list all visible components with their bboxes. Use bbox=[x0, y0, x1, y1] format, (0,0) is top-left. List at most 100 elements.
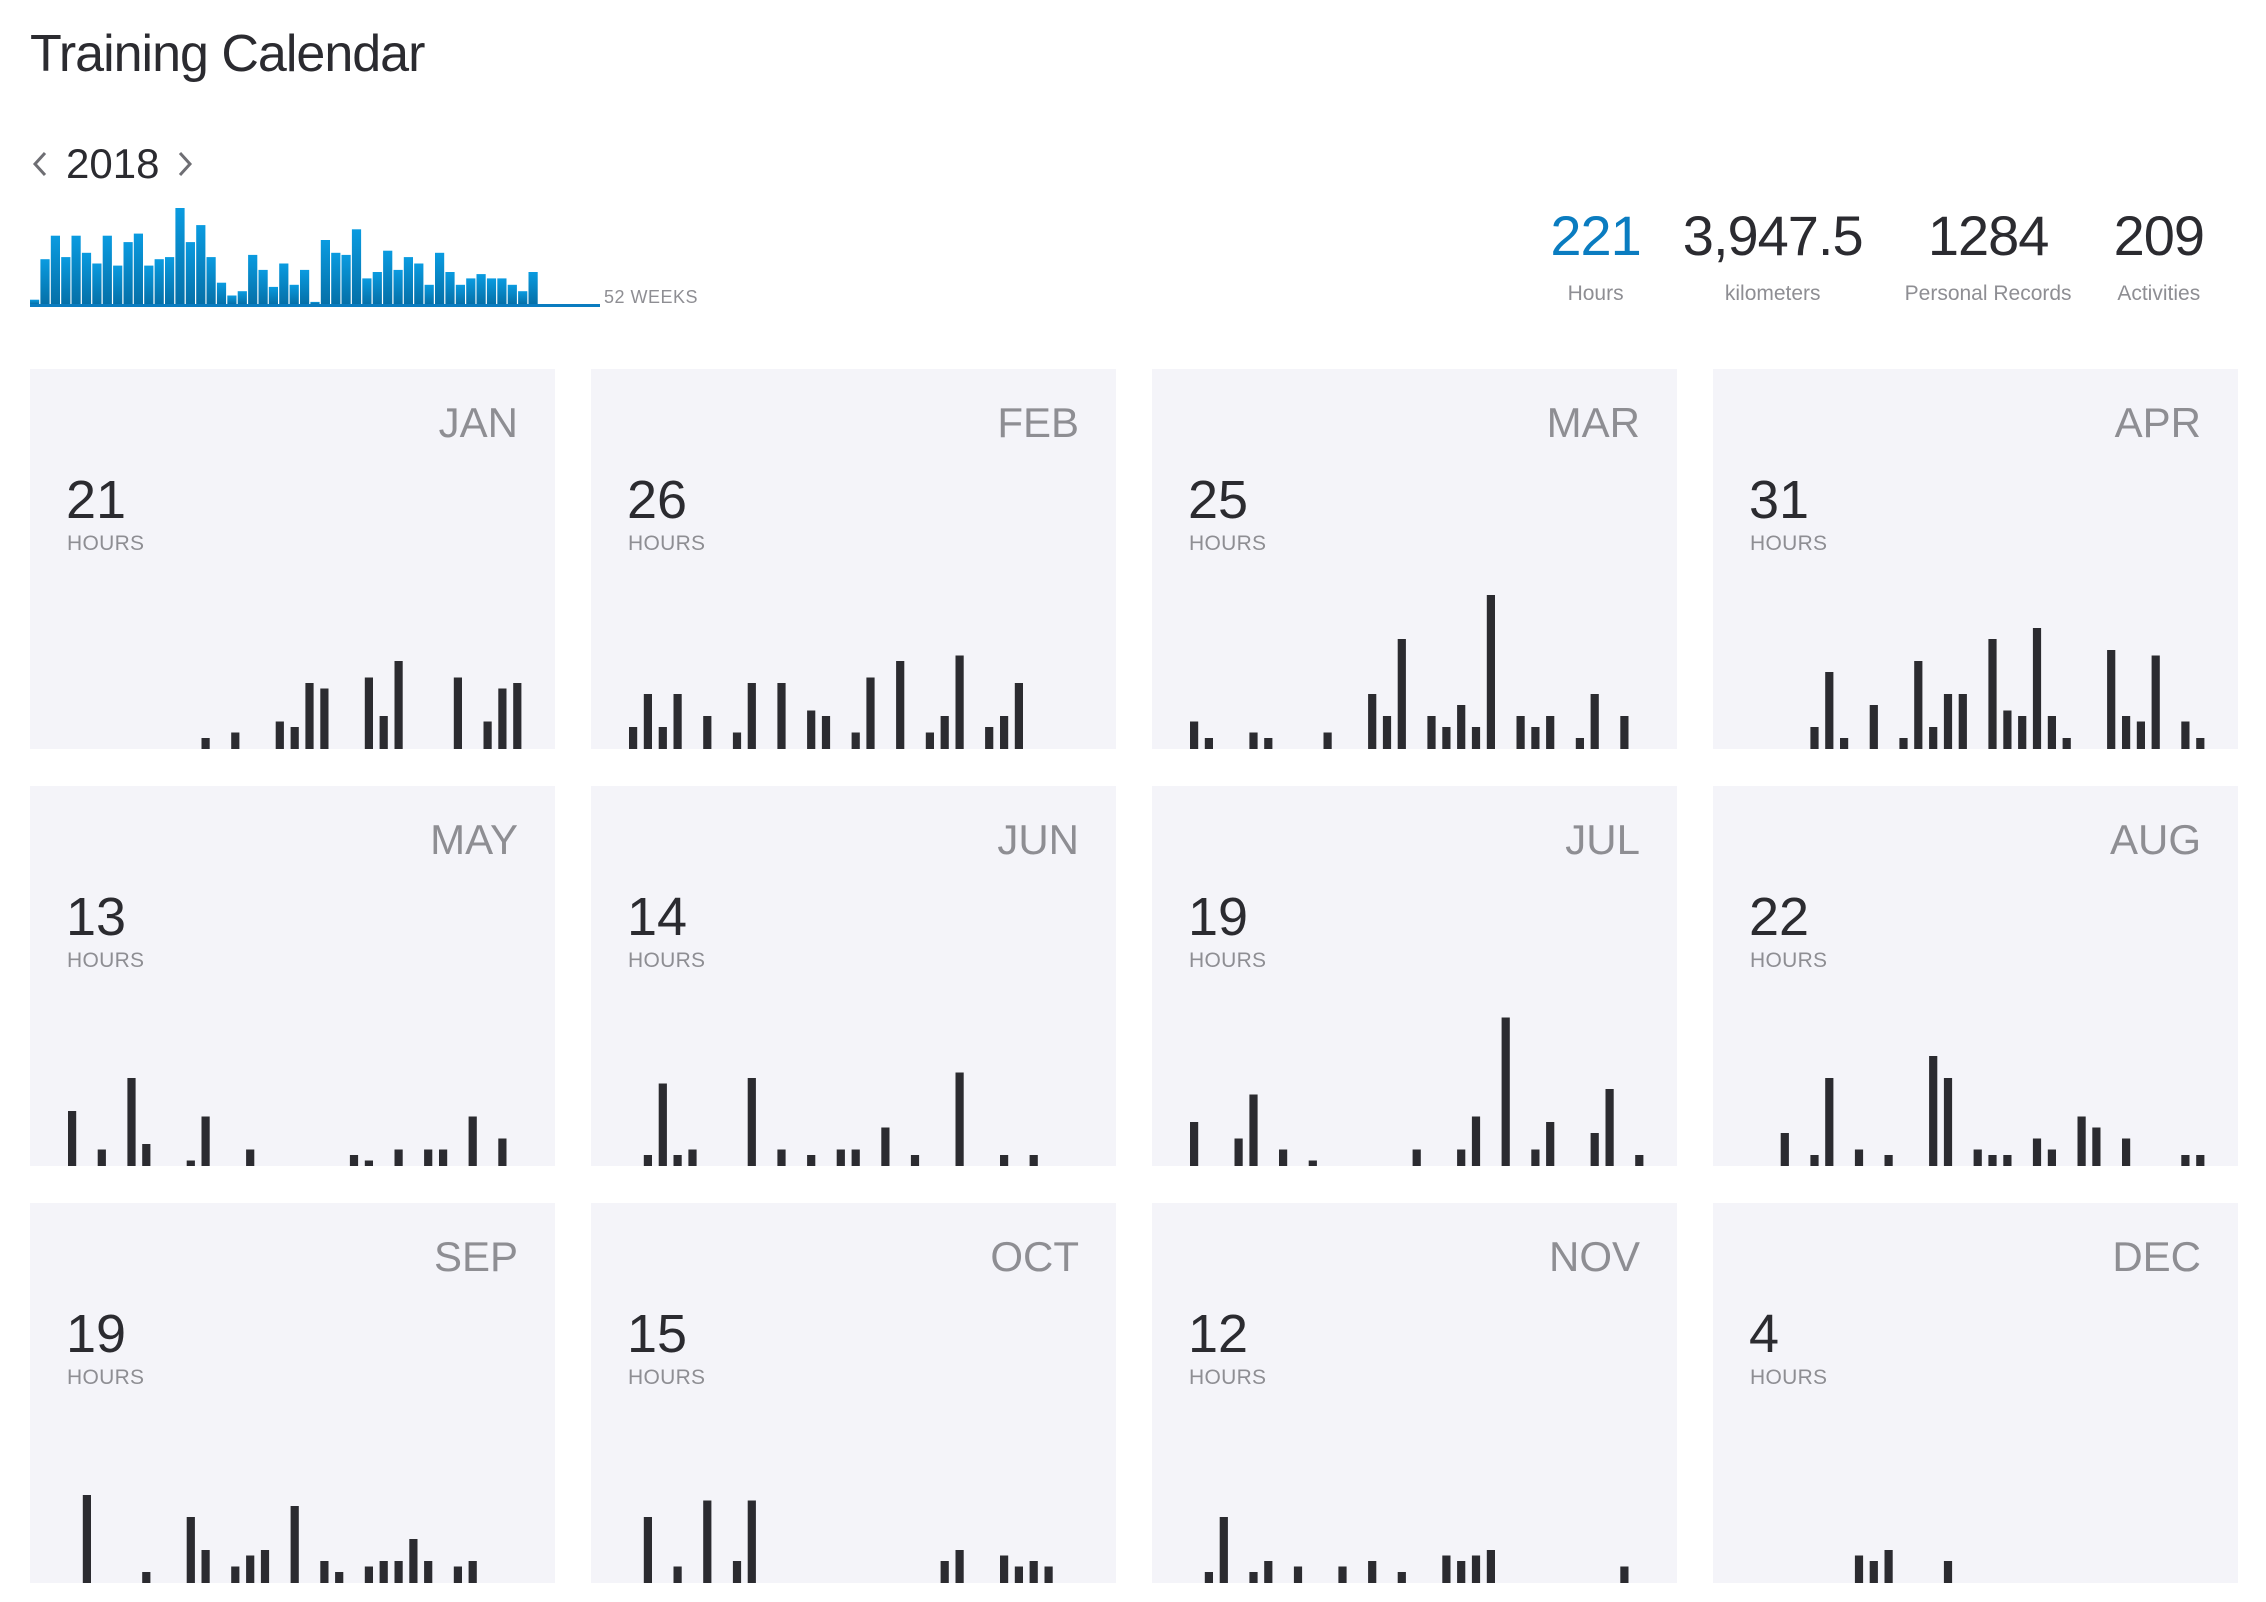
weekly-bar-W28[interactable] bbox=[310, 301, 320, 304]
weekly-bar-W38[interactable] bbox=[414, 263, 424, 305]
weekly-bar-W45[interactable] bbox=[486, 278, 497, 304]
month-chart-svg bbox=[1854, 1550, 1953, 1583]
day-bar-mar-13 bbox=[1368, 694, 1377, 749]
weekly-bar-W5[interactable] bbox=[71, 235, 81, 304]
weekly-bar-W35[interactable] bbox=[383, 250, 393, 304]
weekly-bar-W47[interactable] bbox=[507, 284, 517, 304]
day-bar-sep-28 bbox=[468, 1561, 477, 1583]
day-bar-apr-27 bbox=[2136, 721, 2145, 749]
weekly-bar-W4[interactable] bbox=[61, 257, 71, 304]
month-card-jun[interactable]: JUN 14 HOURS bbox=[591, 786, 1116, 1166]
weekly-bar-W39[interactable] bbox=[424, 284, 434, 304]
day-bar-apr-15 bbox=[1958, 694, 1967, 749]
weekly-bar-W32[interactable] bbox=[351, 229, 362, 304]
day-bar-oct-28 bbox=[1029, 1561, 1038, 1583]
day-bar-jan-10 bbox=[201, 738, 210, 749]
weekly-bar-W22[interactable] bbox=[248, 254, 258, 304]
weekly-bar-W3[interactable] bbox=[50, 235, 60, 304]
weekly-bar-W44[interactable] bbox=[476, 274, 486, 304]
stat-value: 3,947.5 bbox=[1682, 204, 1864, 267]
prev-year-button[interactable] bbox=[28, 144, 52, 184]
month-hours: 25 bbox=[1188, 470, 1249, 530]
weekly-bar-W43[interactable] bbox=[466, 278, 476, 304]
day-bar-may-30 bbox=[498, 1138, 507, 1166]
page-title: Training Calendar bbox=[30, 25, 425, 83]
day-bar-sep-10 bbox=[201, 1550, 210, 1583]
weekly-bar-W9[interactable] bbox=[113, 265, 123, 304]
next-year-button[interactable] bbox=[173, 144, 197, 184]
month-daily-chart bbox=[1749, 1413, 2209, 1583]
weekly-bar-W7[interactable] bbox=[92, 263, 102, 305]
day-bar-sep-6 bbox=[142, 1572, 151, 1583]
weekly-bar-W25[interactable] bbox=[279, 263, 289, 305]
weekly-bar-W17[interactable] bbox=[196, 225, 206, 304]
weekly-bar-W16[interactable] bbox=[185, 242, 195, 304]
weekly-bar-W37[interactable] bbox=[403, 257, 413, 304]
day-bar-oct-6 bbox=[703, 1500, 712, 1583]
month-hours-unit: HOURS bbox=[67, 532, 145, 555]
weekly-bar-W33[interactable] bbox=[362, 278, 372, 304]
weekly-bar-W11[interactable] bbox=[133, 233, 143, 304]
day-bar-sep-16 bbox=[290, 1506, 299, 1583]
month-card-may[interactable]: MAY 13 HOURS bbox=[30, 786, 555, 1166]
month-card-feb[interactable]: FEB 26 HOURS bbox=[591, 369, 1116, 749]
weekly-bar-W46[interactable] bbox=[497, 278, 507, 304]
day-bar-may-6 bbox=[142, 1144, 151, 1166]
weekly-bar-W14[interactable] bbox=[165, 257, 175, 304]
day-bar-mar-28 bbox=[1590, 694, 1599, 749]
weekly-bar-W15[interactable] bbox=[175, 208, 185, 304]
day-bar-jul-28 bbox=[1590, 1133, 1599, 1166]
weekly-bar-W40[interactable] bbox=[435, 252, 445, 304]
weekly-bar-W36[interactable] bbox=[393, 269, 403, 304]
month-hours-unit: HOURS bbox=[628, 1366, 706, 1389]
weekly-bar-W29[interactable] bbox=[320, 240, 330, 304]
stat-activities: 209 Activities bbox=[2114, 208, 2205, 306]
weekly-bar-W48[interactable] bbox=[518, 291, 528, 304]
weekly-bar-W26[interactable] bbox=[289, 284, 299, 304]
stat-label: kilometers bbox=[1724, 282, 1821, 305]
day-bar-aug-10 bbox=[1884, 1155, 1893, 1166]
weekly-bar-W20[interactable] bbox=[227, 295, 237, 305]
day-bar-aug-6 bbox=[1825, 1078, 1834, 1166]
weekly-bar-W19[interactable] bbox=[216, 282, 227, 304]
weekly-bar-W12[interactable] bbox=[144, 265, 154, 304]
month-card-nov[interactable]: NOV 12 HOURS bbox=[1152, 1203, 1677, 1583]
weekly-bar-W42[interactable] bbox=[455, 284, 465, 304]
stat-label: Hours bbox=[1567, 282, 1624, 305]
weekly-bar-W6[interactable] bbox=[81, 252, 92, 304]
day-bar-mar-5 bbox=[1249, 732, 1258, 749]
weekly-bar-W49[interactable] bbox=[528, 272, 538, 304]
month-card-aug[interactable]: AUG 22 HOURS bbox=[1713, 786, 2238, 1166]
month-card-oct[interactable]: OCT 15 HOURS bbox=[591, 1203, 1116, 1583]
weekly-bar-W18[interactable] bbox=[206, 257, 216, 304]
day-bar-sep-12 bbox=[231, 1566, 240, 1583]
weekly-bar-W10[interactable] bbox=[123, 242, 133, 304]
day-bar-feb-23 bbox=[955, 655, 964, 749]
month-card-dec[interactable]: DEC 4 HOURS bbox=[1713, 1203, 2238, 1583]
weekly-bar-W1[interactable] bbox=[30, 299, 40, 304]
month-card-jul[interactable]: JUL 19 HOURS bbox=[1152, 786, 1677, 1166]
stat-label: Personal Records bbox=[1904, 282, 2072, 305]
day-bar-feb-26 bbox=[1000, 716, 1009, 749]
day-bar-oct-4 bbox=[673, 1566, 682, 1583]
weekly-bar-W34[interactable] bbox=[372, 272, 382, 304]
weekly-bar-W8[interactable] bbox=[102, 235, 112, 304]
weekly-bar-W41[interactable] bbox=[445, 272, 455, 304]
weekly-bar-W27[interactable] bbox=[300, 269, 310, 304]
month-card-sep[interactable]: SEP 19 HOURS bbox=[30, 1203, 555, 1583]
weekly-bar-W31[interactable] bbox=[341, 254, 351, 304]
weekly-bar-W24[interactable] bbox=[268, 286, 278, 304]
month-grid: JAN 21 HOURS FEB 26 HOURS MAR 25 HOURS A… bbox=[30, 369, 2239, 1583]
weekly-bar-W13[interactable] bbox=[154, 259, 164, 304]
month-card-mar[interactable]: MAR 25 HOURS bbox=[1152, 369, 1677, 749]
day-bar-apr-7 bbox=[1840, 738, 1849, 749]
day-bar-may-3 bbox=[97, 1149, 106, 1166]
weekly-bar-W2[interactable] bbox=[40, 259, 50, 304]
month-hours: 31 bbox=[1749, 470, 1810, 530]
day-bar-sep-24 bbox=[409, 1539, 418, 1583]
weekly-bar-W30[interactable] bbox=[331, 252, 341, 304]
month-card-apr[interactable]: APR 31 HOURS bbox=[1713, 369, 2238, 749]
weekly-bar-W23[interactable] bbox=[258, 269, 268, 304]
month-card-jan[interactable]: JAN 21 HOURS bbox=[30, 369, 555, 749]
weekly-bar-W21[interactable] bbox=[237, 291, 247, 304]
